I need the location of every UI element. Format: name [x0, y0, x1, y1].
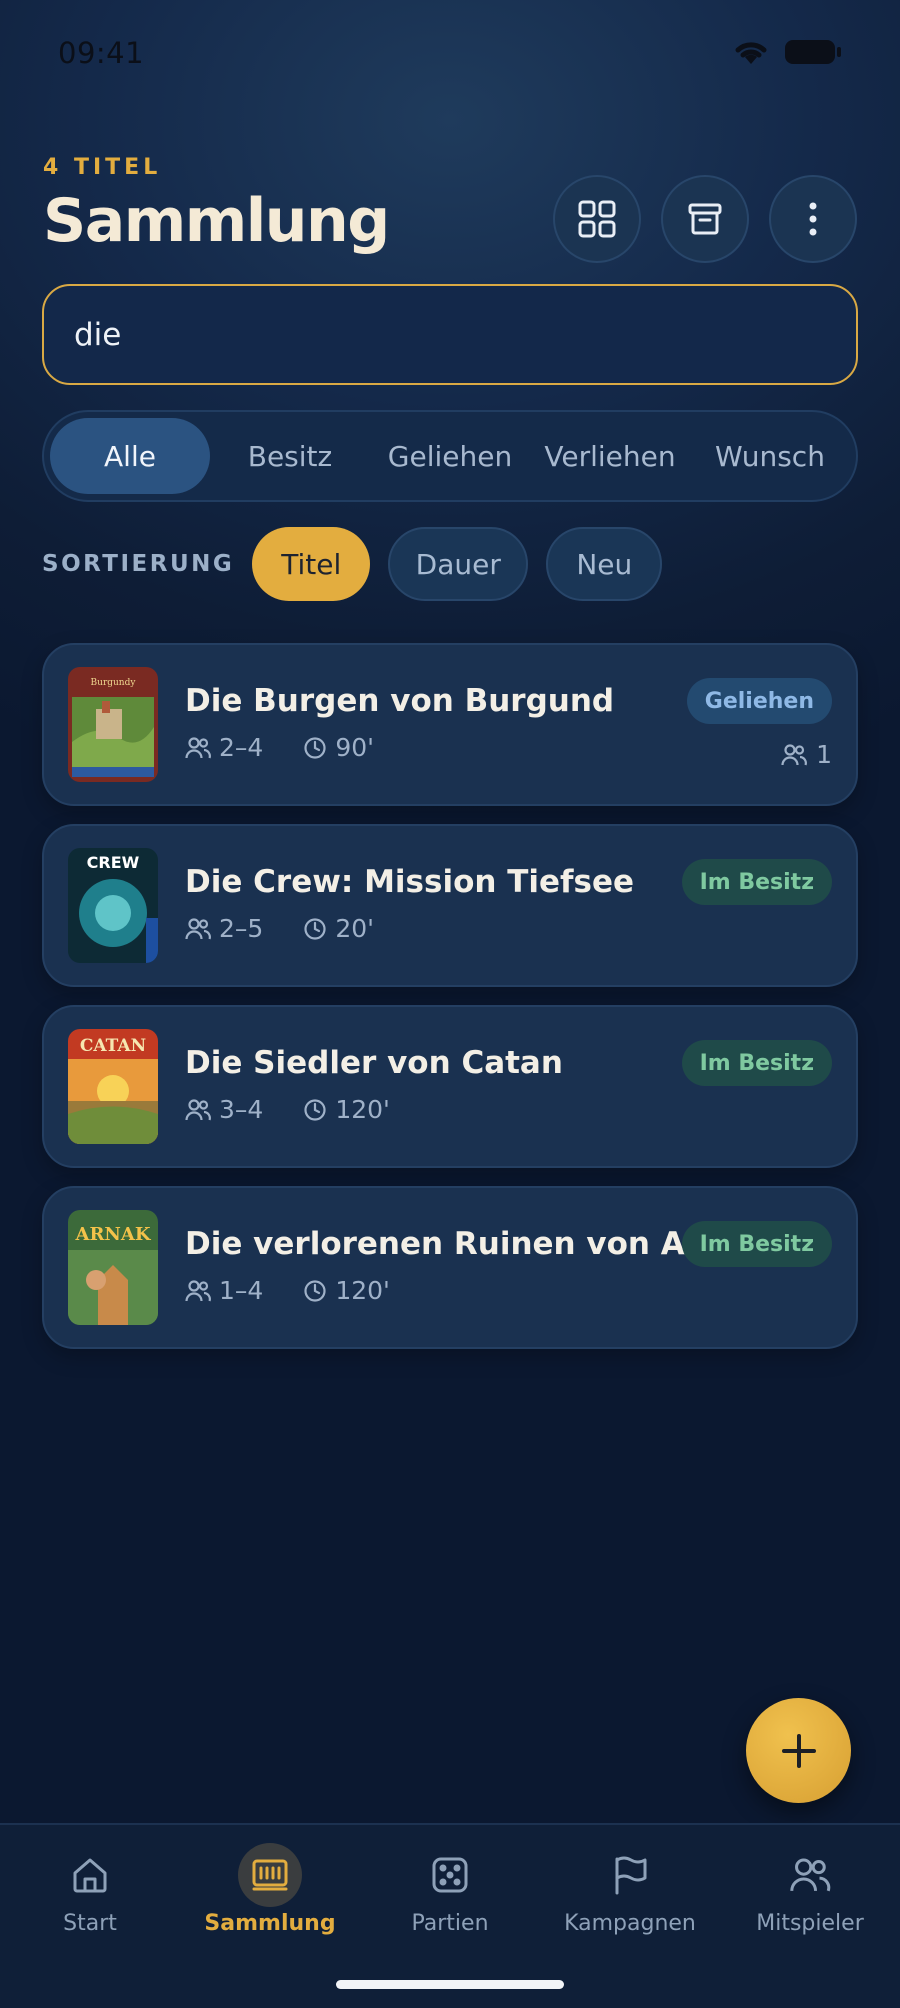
game-card[interactable]: Burgundy Die Burgen von Burgund 2–4 90' … — [42, 643, 858, 806]
game-title: Die verlorenen Ruinen von Arn… — [185, 1226, 754, 1262]
sort-chip-dauer[interactable]: Dauer — [388, 527, 529, 601]
players-icon — [185, 1279, 211, 1301]
play-duration: 120' — [335, 1095, 390, 1124]
more-vertical-icon — [809, 202, 817, 236]
clock-icon — [304, 1098, 326, 1121]
players-icon — [185, 917, 211, 939]
status-badge: Im Besitz — [681, 1040, 832, 1086]
svg-text:CREW: CREW — [87, 853, 140, 872]
game-card[interactable]: ARNAK Die verlorenen Ruinen von Arn… 1–4… — [42, 1186, 858, 1349]
borrower-count-value: 1 — [816, 740, 832, 769]
borrower-count: 1 — [780, 740, 832, 769]
dice-icon — [432, 1857, 468, 1893]
battery-icon — [785, 40, 841, 64]
grid-view-button[interactable] — [553, 175, 641, 263]
sort-row: SORTIERUNG Titel Dauer Neu — [42, 527, 663, 601]
collection-header: 4 TITEL Sammlung — [43, 155, 857, 275]
tab-verliehen[interactable]: Verliehen — [530, 418, 690, 494]
search-field[interactable]: die — [42, 284, 858, 385]
nav-item-partien[interactable]: Partien — [360, 1825, 540, 1955]
player-count: 2–4 — [219, 733, 264, 762]
users-icon — [790, 1858, 831, 1892]
game-title: Die Siedler von Catan — [185, 1045, 563, 1081]
svg-text:Burgundy: Burgundy — [91, 678, 137, 688]
nav-item-kampagnen[interactable]: Kampagnen — [540, 1825, 720, 1955]
game-cover: Burgundy — [68, 667, 158, 782]
nav-label: Mitspieler — [756, 1911, 864, 1936]
collection-icon — [252, 1859, 288, 1891]
svg-text:ARNAK: ARNAK — [75, 1224, 152, 1245]
status-time: 09:41 — [58, 36, 145, 70]
game-card[interactable]: CATAN Die Siedler von Catan 3–4 120' Im … — [42, 1005, 858, 1168]
clock-icon — [304, 917, 326, 940]
game-title: Die Crew: Mission Tiefsee — [185, 864, 635, 900]
nav-label: Sammlung — [204, 1911, 336, 1936]
nav-label: Partien — [411, 1911, 489, 1936]
tab-wunsch[interactable]: Wunsch — [690, 418, 850, 494]
player-count: 3–4 — [219, 1095, 264, 1124]
add-game-button[interactable] — [746, 1698, 851, 1803]
archive-button[interactable] — [661, 175, 749, 263]
player-count: 2–5 — [219, 914, 264, 943]
status-bar: 09:41 — [0, 0, 900, 110]
flag-icon — [615, 1856, 647, 1895]
svg-text:CATAN: CATAN — [80, 1036, 146, 1056]
filter-tabs: Alle Besitz Geliehen Verliehen Wunsch — [42, 410, 858, 502]
nav-item-mitspieler[interactable]: Mitspieler — [720, 1825, 900, 1955]
tab-besitz[interactable]: Besitz — [210, 418, 370, 494]
home-icon — [73, 1858, 107, 1893]
play-duration: 120' — [335, 1276, 390, 1305]
search-input[interactable]: die — [74, 317, 121, 353]
users-icon — [781, 743, 808, 765]
more-options-button[interactable] — [769, 175, 857, 263]
wifi-icon — [735, 42, 767, 64]
game-card[interactable]: CREW Die Crew: Mission Tiefsee 2–5 20' I… — [42, 824, 858, 987]
game-meta: 2–5 20' — [185, 914, 374, 943]
play-duration: 90' — [335, 733, 374, 762]
player-count: 1–4 — [219, 1276, 264, 1305]
header-actions — [553, 175, 857, 263]
nav-item-sammlung[interactable]: Sammlung — [180, 1825, 360, 1955]
home-indicator — [336, 1980, 564, 1989]
clock-icon — [304, 736, 326, 759]
archive-icon — [688, 203, 722, 235]
game-cover: ARNAK — [68, 1210, 158, 1325]
nav-label: Start — [63, 1911, 117, 1936]
play-duration: 20' — [335, 914, 374, 943]
nav-label: Kampagnen — [564, 1911, 696, 1936]
tab-alle[interactable]: Alle — [50, 418, 210, 494]
players-icon — [185, 736, 211, 758]
status-badge: Geliehen — [686, 678, 832, 724]
tab-geliehen[interactable]: Geliehen — [370, 418, 530, 494]
grid-icon — [578, 200, 616, 238]
game-meta: 1–4 120' — [185, 1276, 390, 1305]
status-badge: Im Besitz — [681, 1221, 832, 1267]
clock-icon — [304, 1279, 326, 1302]
status-icons — [732, 38, 842, 66]
game-meta: 3–4 120' — [185, 1095, 390, 1124]
players-icon — [185, 1098, 211, 1120]
sort-chip-titel[interactable]: Titel — [252, 527, 371, 601]
game-meta: 2–4 90' — [185, 733, 374, 762]
game-list: Burgundy Die Burgen von Burgund 2–4 90' … — [42, 643, 858, 1367]
game-title: Die Burgen von Burgund — [185, 683, 615, 719]
plus-icon — [781, 1733, 816, 1768]
nav-item-start[interactable]: Start — [0, 1825, 180, 1955]
sort-chip-neu[interactable]: Neu — [546, 527, 663, 601]
sort-label: SORTIERUNG — [42, 551, 235, 577]
status-badge: Im Besitz — [681, 859, 832, 905]
game-cover: CREW — [68, 848, 158, 963]
game-cover: CATAN — [68, 1029, 158, 1144]
